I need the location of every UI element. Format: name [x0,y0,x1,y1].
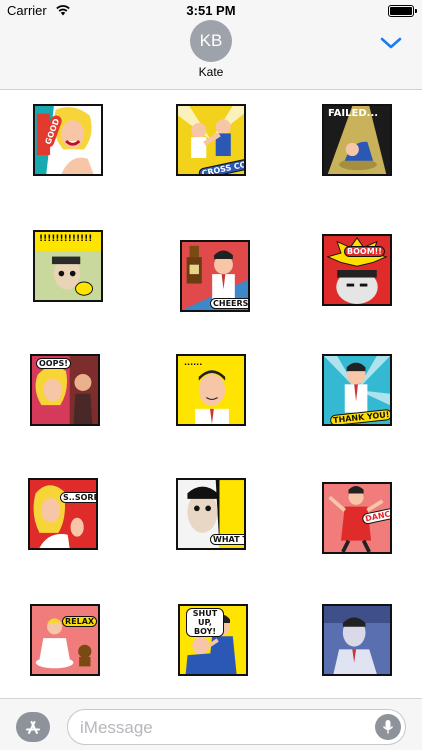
sticker-shut-up-boy[interactable]: SHUT UP, BOY! [178,604,248,676]
contact-avatar[interactable]: KB [190,20,232,62]
sticker-caption: RELAX [62,616,98,627]
chevron-down-icon[interactable] [380,36,402,50]
avatar-initials: KB [199,31,223,50]
sticker-sorry[interactable]: S..SORRY... [28,478,98,550]
sticker-caption: BOOM!! [344,246,385,257]
sticker-dance[interactable]: DANCE! [322,482,392,554]
sticker-tired[interactable] [322,604,392,676]
app-store-icon [26,721,40,734]
sticker-grid: GOOD CROSS COUNTER! FAILED... !!!!!!!!!!… [0,92,422,697]
sticker-cheers[interactable]: CHEERS!!! [180,240,250,312]
sticker-caption: ...... [184,358,203,367]
message-input[interactable] [80,716,360,740]
compose-bar [0,698,422,750]
sticker-what-the[interactable]: WHAT THE... [176,478,246,550]
sticker-sorry-art [30,480,96,548]
status-bar: Carrier 3:51 PM [0,0,422,22]
sticker-caption: S..SORRY... [60,492,96,503]
app-store-button[interactable] [16,712,50,742]
sticker-caption: CHEERS!!! [210,298,248,309]
sticker-caption: WHAT THE... [210,534,244,545]
sticker-relax[interactable]: RELAX [30,604,100,676]
sticker-ellipsis[interactable]: ...... [176,354,246,426]
sticker-thank-you[interactable]: THANK YOU! [322,354,392,426]
battery-icon [388,5,417,17]
sticker-boom[interactable]: BOOM!! [322,234,392,306]
microphone-button[interactable] [375,714,401,740]
sticker-failed[interactable]: FAILED... [322,104,392,176]
sticker-oops[interactable]: OOPS! [30,354,100,426]
sticker-tired-art [324,606,390,674]
sticker-caption: FAILED... [328,108,379,119]
sticker-surprised[interactable]: !!!!!!!!!!!!! [33,230,103,302]
microphone-icon [382,720,394,734]
sticker-caption: SHUT UP, BOY! [186,608,224,637]
sticker-good[interactable]: GOOD [33,104,103,176]
sticker-caption: OOPS! [36,358,71,369]
message-field[interactable] [67,709,406,745]
status-time: 3:51 PM [186,3,236,18]
contact-name[interactable]: Kate [0,65,422,79]
sticker-caption: !!!!!!!!!!!!! [39,234,93,244]
sticker-cross-counter[interactable]: CROSS COUNTER! [176,104,246,176]
conversation-header: Carrier 3:51 PM KB Kate [0,0,422,90]
